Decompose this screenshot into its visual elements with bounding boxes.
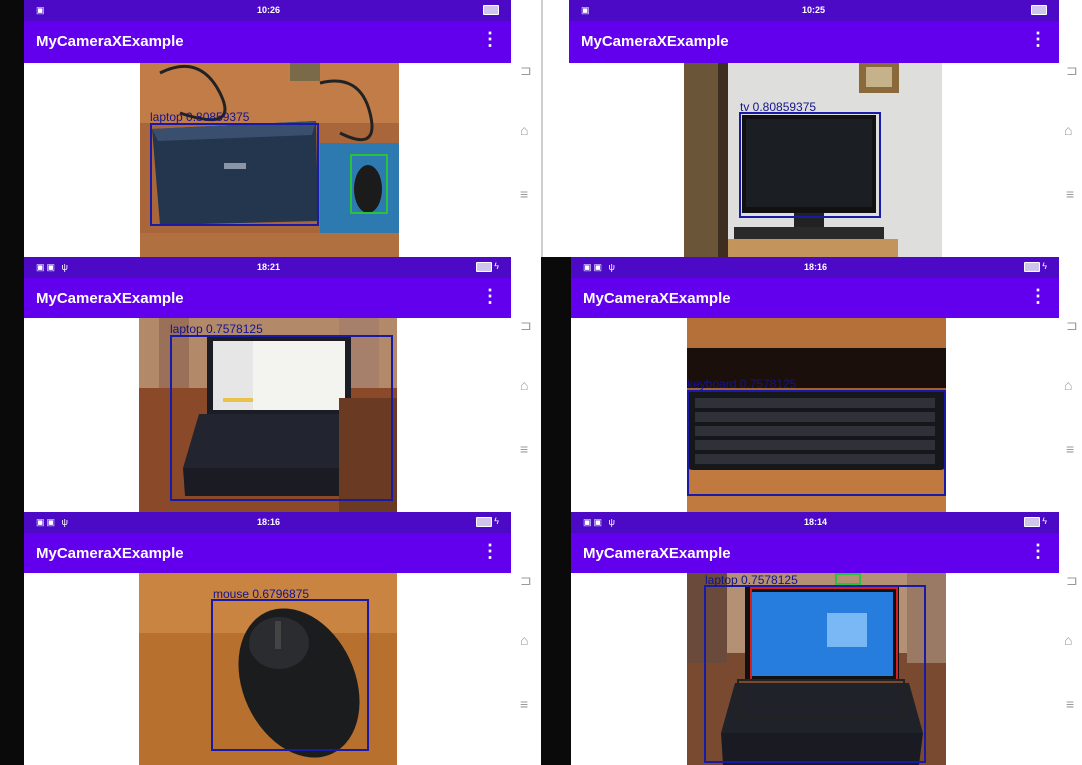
detection-box-screen	[750, 587, 898, 681]
overflow-menu-icon[interactable]: ⋮	[1029, 29, 1047, 49]
notification-icon: ▣▣ ψ	[36, 262, 70, 272]
camera-preview: mouse 0.6796875	[139, 573, 397, 765]
app-title: MyCameraXExample	[36, 33, 184, 50]
status-bar: ▣▣ ψ 18:16 ϟ	[571, 257, 1059, 278]
detection-box-laptop	[170, 335, 393, 501]
app-bar: MyCameraXExample ⋮	[571, 533, 1059, 573]
app-bar: MyCameraXExample ⋮	[24, 21, 511, 63]
status-time: 10:26	[257, 5, 281, 15]
status-time: 18:16	[804, 262, 828, 272]
camera-preview: laptop 0.80859375	[140, 63, 399, 257]
battery-icon: ϟ	[475, 516, 499, 527]
app-bar: MyCameraXExample ⋮	[571, 278, 1059, 318]
status-bar: ▣ 10:26	[24, 0, 511, 21]
detection-box-mouse	[350, 154, 388, 214]
overflow-menu-icon[interactable]: ⋮	[481, 541, 499, 561]
screen-3: ▣▣ ψ 18:21 ϟ MyCameraXExample ⋮ laptop 0…	[0, 257, 541, 512]
status-bar: ▣▣ ψ 18:14 ϟ	[571, 512, 1059, 533]
back-icon[interactable]: ⊐	[520, 318, 532, 332]
home-icon[interactable]: ⌂	[1064, 123, 1072, 137]
camera-preview: laptop 0.7578125	[139, 318, 397, 512]
notification-icon: ▣▣ ψ	[36, 517, 70, 527]
screen-4: ▣▣ ψ 18:16 ϟ MyCameraXExample ⋮ keyboard…	[541, 257, 1082, 512]
notification-icon: ▣▣ ψ	[583, 517, 617, 527]
recents-icon[interactable]: ≡	[520, 697, 528, 711]
detection-label: tv 0.80859375	[740, 100, 817, 114]
screen-2: ▣ 10:25 MyCameraXExample ⋮ tv 0.80859375…	[541, 0, 1082, 257]
back-icon[interactable]: ⊐	[520, 63, 532, 77]
camera-preview: tv 0.80859375	[684, 63, 942, 257]
battery-icon: ϟ	[475, 261, 499, 272]
recents-icon[interactable]: ≡	[1066, 442, 1074, 456]
detection-box-laptop	[150, 123, 319, 226]
status-bar: ▣▣ ψ 18:16 ϟ	[24, 512, 511, 533]
camera-preview: laptop 0.7578125	[687, 573, 946, 765]
app-bar: MyCameraXExample ⋮	[24, 278, 511, 318]
recents-icon[interactable]: ≡	[520, 442, 528, 456]
home-icon[interactable]: ⌂	[520, 378, 528, 392]
detection-box-small	[835, 573, 861, 585]
device-edge	[0, 0, 24, 257]
back-icon[interactable]: ⊐	[1066, 63, 1078, 77]
home-icon[interactable]: ⌂	[1064, 378, 1072, 392]
home-icon[interactable]: ⌂	[520, 123, 528, 137]
recents-icon[interactable]: ≡	[520, 187, 528, 201]
device-edge	[541, 257, 571, 512]
status-bar: ▣▣ ψ 18:21 ϟ	[24, 257, 511, 278]
app-title: MyCameraXExample	[36, 290, 184, 307]
status-time: 18:21	[257, 262, 281, 272]
app-title: MyCameraXExample	[583, 290, 731, 307]
detection-label: keyboard 0.7578125	[687, 377, 797, 391]
battery-icon	[1031, 4, 1047, 15]
device-edge	[541, 512, 571, 765]
screen-1: ▣ 10:26 MyCameraXExample ⋮ laptop 0.8085…	[0, 0, 541, 257]
panel-divider	[541, 0, 543, 257]
notification-icon: ▣	[581, 5, 592, 15]
app-title: MyCameraXExample	[36, 545, 184, 562]
back-icon[interactable]: ⊐	[1066, 318, 1078, 332]
overflow-menu-icon[interactable]: ⋮	[1029, 286, 1047, 306]
status-time: 18:14	[804, 517, 828, 527]
detection-box-keyboard	[737, 679, 905, 719]
detection-box-tv	[739, 112, 881, 218]
battery-icon	[483, 4, 499, 15]
app-title: MyCameraXExample	[581, 33, 729, 50]
device-edge	[0, 257, 24, 512]
battery-icon: ϟ	[1023, 516, 1047, 527]
status-time: 10:25	[802, 5, 826, 15]
home-icon[interactable]: ⌂	[1064, 633, 1072, 647]
notification-icon: ▣	[36, 5, 47, 15]
camera-preview: keyboard 0.7578125	[687, 318, 946, 512]
overflow-menu-icon[interactable]: ⋮	[481, 29, 499, 49]
device-edge	[0, 512, 24, 765]
notification-icon: ▣▣ ψ	[583, 262, 617, 272]
detection-label: laptop 0.80859375	[150, 110, 250, 124]
back-icon[interactable]: ⊐	[520, 573, 532, 587]
screen-5: ▣▣ ψ 18:16 ϟ MyCameraXExample ⋮ mouse 0.…	[0, 512, 541, 765]
screen-6: ▣▣ ψ 18:14 ϟ MyCameraXExample ⋮ laptop 0…	[541, 512, 1082, 765]
overflow-menu-icon[interactable]: ⋮	[1029, 541, 1047, 561]
app-title: MyCameraXExample	[583, 545, 731, 562]
overflow-menu-icon[interactable]: ⋮	[481, 286, 499, 306]
status-bar: ▣ 10:25	[569, 0, 1059, 21]
detection-label: laptop 0.7578125	[170, 322, 263, 336]
detection-label: laptop 0.7578125	[705, 573, 798, 587]
battery-icon: ϟ	[1023, 261, 1047, 272]
recents-icon[interactable]: ≡	[1066, 187, 1074, 201]
detection-label: mouse 0.6796875	[213, 587, 310, 601]
home-icon[interactable]: ⌂	[520, 633, 528, 647]
detection-box-keyboard	[687, 390, 946, 496]
status-time: 18:16	[257, 517, 281, 527]
app-bar: MyCameraXExample ⋮	[24, 533, 511, 573]
recents-icon[interactable]: ≡	[1066, 697, 1074, 711]
back-icon[interactable]: ⊐	[1066, 573, 1078, 587]
app-bar: MyCameraXExample ⋮	[569, 21, 1059, 63]
detection-box-mouse	[211, 599, 369, 751]
